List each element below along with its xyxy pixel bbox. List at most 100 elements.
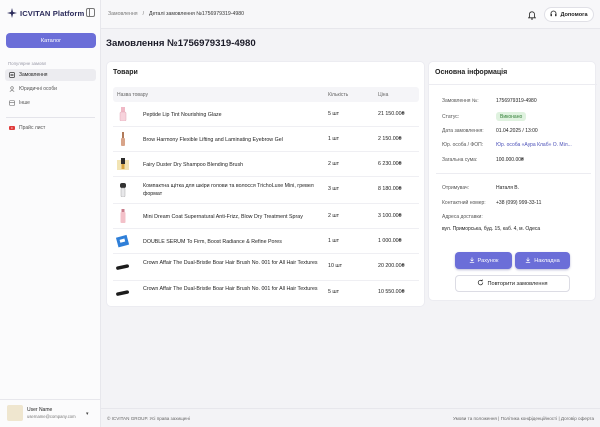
product-price: 8 180.00₴ [378, 186, 402, 192]
product-name: Компактна щітка для шкіри голови та воло… [143, 183, 314, 197]
table-row[interactable]: Crown Affair The Dual-Bristle Boar Hair … [113, 254, 419, 281]
product-price: 20 200.00₴ [378, 263, 405, 269]
goods-table: Назва товару Кількість Ціна Peptide Lip … [113, 87, 419, 305]
table-row[interactable]: Crown Affair The Dual-Bristle Boar Hair … [113, 281, 419, 305]
product-price: 2 150.00₴ [378, 136, 402, 142]
help-label: Допомога [560, 11, 588, 18]
product-name: Fairy Duster Dry Shampoo Blending Brush [143, 162, 244, 168]
notifications-bell-icon[interactable] [524, 9, 539, 22]
product-name: Peptide Lip Tint Nourishing Glaze [143, 112, 222, 118]
info-total: Загальна сума: 100.000.00₴ [442, 157, 524, 163]
table-row[interactable]: Brow Harmony Flexible Lifting and Lamina… [113, 127, 419, 152]
product-price: 1 000.00₴ [378, 238, 402, 244]
waybill-label: Накладна [534, 257, 560, 264]
sidebar-item-label: Прайс лист [19, 125, 46, 131]
avatar [7, 405, 23, 421]
table-row[interactable]: Fairy Duster Dry Shampoo Blending Brush … [113, 152, 419, 177]
product-name: Crown Affair The Dual-Bristle Boar Hair … [143, 260, 318, 266]
top-header: Замовлення / Деталі замовлення №17569793… [101, 0, 600, 29]
help-button[interactable]: Допомога [544, 7, 594, 22]
invoice-button[interactable]: Рахунок [455, 252, 512, 269]
sidebar-item-price-list[interactable]: Прайс лист [5, 122, 96, 134]
table-row[interactable]: Peptide Lip Tint Nourishing Glaze 5 шт 2… [113, 102, 419, 127]
product-qty: 1 шт [328, 238, 340, 244]
product-qty: 10 шт [328, 263, 343, 269]
legal-entities-icon [9, 86, 15, 92]
column-header-price: Ціна [378, 91, 389, 98]
product-qty: 3 шт [328, 186, 340, 192]
info-divider [429, 84, 597, 85]
product-thumbnail [116, 260, 130, 274]
breadcrumb-separator: / [142, 11, 145, 17]
goods-card: Товари Назва товару Кількість Ціна Pepti… [106, 61, 425, 307]
sidebar-item-legal-entities[interactable]: Юридичні особи [5, 83, 96, 95]
sidebar-collapse-icon[interactable] [86, 8, 95, 17]
sidebar-divider [6, 117, 95, 118]
table-row[interactable]: DOUBLE SERUM To Firm, Boost Radiance & R… [113, 229, 419, 254]
repeat-icon [477, 279, 484, 288]
info-legal-entity: Юр. особа / ФОП: Юр. особа «Аура Клаб» О… [442, 142, 572, 148]
info-order-date: Дата замовлення: 01.04.2025 / 13:00 [442, 128, 538, 134]
info-recipient: Отримувач: Наталя В. [442, 185, 519, 191]
chevron-down-icon[interactable]: ▾ [86, 411, 89, 417]
goods-title: Товари [113, 69, 138, 76]
orders-icon [9, 72, 15, 78]
product-price: 3 100.00₴ [378, 213, 402, 219]
product-price: 10 550.00₴ [378, 289, 405, 295]
legal-entity-link[interactable]: Юр. особа «Аура Клаб» О. Міл... [496, 142, 572, 148]
product-qty: 2 шт [328, 161, 340, 167]
user-name: User Name [27, 407, 53, 413]
product-name: Brow Harmony Flexible Lifting and Lamina… [143, 137, 283, 143]
product-name: Mini Dream Coat Supernatural Anti-Frizz,… [143, 214, 303, 220]
info-order-number: Замовлення №: 1756979319-4980 [442, 98, 537, 104]
info-label: Юр. особа / ФОП: [442, 142, 484, 148]
info-value: вул. Приморська, буд. 15, каб. 4, м. Оде… [442, 226, 541, 232]
download-icon [525, 257, 531, 265]
info-title: Основна інформація [435, 69, 508, 76]
repeat-order-button[interactable]: Повторити замовлення [455, 275, 570, 292]
info-label: Контактний номер: [442, 200, 486, 206]
breadcrumb-orders[interactable]: Замовлення [108, 11, 138, 17]
order-info-card: Основна інформація Замовлення №: 1756979… [428, 61, 597, 301]
brand-logo[interactable]: ICVITAN Platform [7, 8, 84, 18]
breadcrumb-current: Деталі замовлення №1756979319-4980 [149, 11, 244, 17]
product-qty: 5 шт [328, 111, 340, 117]
info-separator [436, 173, 591, 174]
product-thumbnail [116, 183, 130, 197]
product-qty: 1 шт [328, 136, 340, 142]
info-value: Наталя В. [496, 185, 520, 191]
invoice-label: Рахунок [477, 257, 499, 264]
logo-icon [7, 8, 17, 18]
product-thumbnail [116, 157, 130, 171]
page-title: Замовлення №1756979319-4980 [106, 38, 256, 49]
product-thumbnail [116, 132, 130, 146]
sidebar: ICVITAN Platform Каталог Популярне замов… [0, 0, 101, 427]
waybill-button[interactable]: Накладна [515, 252, 570, 269]
product-thumbnail [116, 107, 130, 121]
info-status: Статус: Виконано [442, 112, 527, 121]
table-row[interactable]: Mini Dream Coat Supernatural Anti-Frizz,… [113, 204, 419, 229]
table-row[interactable]: Компактна щітка для шкіри голови та воло… [113, 177, 419, 204]
repeat-order-label: Повторити замовлення [487, 280, 548, 287]
product-name: Crown Affair The Dual-Bristle Boar Hair … [143, 286, 318, 292]
product-thumbnail [116, 234, 130, 248]
user-profile[interactable]: User Name username@company.com ▾ [0, 399, 101, 427]
info-label: Дата замовлення: [442, 128, 484, 134]
status-badge: Виконано [496, 112, 527, 121]
sidebar-item-orders[interactable]: Замовлення [5, 69, 96, 81]
download-icon [469, 257, 475, 265]
breadcrumb: Замовлення / Деталі замовлення №17569793… [108, 11, 244, 17]
info-value: 1756979319-4980 [496, 98, 537, 104]
info-phone: Контактний номер: +38 (099) 999-33-11 [442, 200, 541, 206]
sidebar-item-other[interactable]: Інше [5, 97, 96, 109]
info-address-value: вул. Приморська, буд. 15, каб. 4, м. Оде… [442, 226, 540, 232]
product-price: 21 150.00₴ [378, 111, 405, 117]
catalog-button[interactable]: Каталог [6, 33, 96, 48]
info-label: Отримувач: [442, 185, 470, 191]
column-header-qty: Кількість [328, 91, 349, 98]
brand-name: ICVITAN Platform [20, 8, 85, 18]
product-thumbnail [116, 286, 130, 300]
legal-links[interactable]: Умови та положення | Політика конфіденці… [453, 416, 594, 421]
info-label: Адреса доставки: [442, 214, 483, 220]
sidebar-item-label: Юридичні особи [19, 86, 57, 92]
